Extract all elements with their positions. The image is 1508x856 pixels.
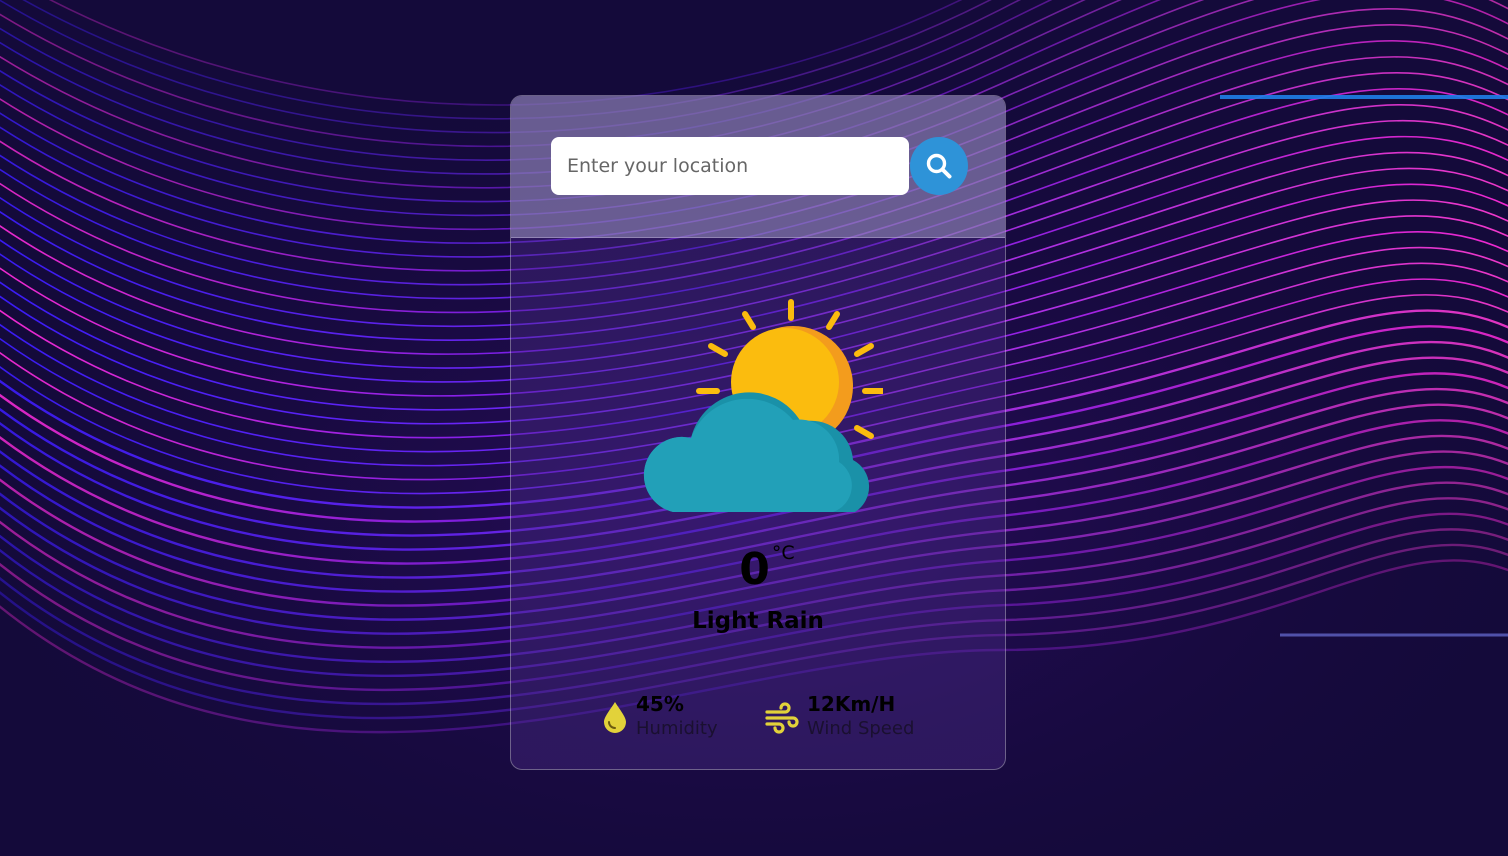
wind-speed-value: 12Km/H (807, 692, 896, 716)
temperature-value: 0 (739, 544, 770, 595)
search-button[interactable] (910, 137, 968, 195)
humidity-label: Humidity (636, 718, 718, 739)
search-icon (926, 153, 952, 179)
humidity-value: 45% (636, 692, 684, 716)
weather-card: 0°C Light Rain 45% Humidity 12Km/H Wind … (510, 95, 1006, 770)
wind-detail: 12Km/H Wind Speed (765, 692, 914, 742)
water-drop-icon (604, 702, 626, 733)
weather-description: Light Rain (692, 608, 824, 634)
wind-icon (765, 702, 799, 734)
search-panel (511, 96, 1005, 238)
temperature-unit: °C (771, 542, 795, 564)
wind-speed-label: Wind Speed (807, 718, 915, 739)
humidity-detail: 45% Humidity (602, 692, 718, 742)
partly-cloudy-icon (643, 299, 883, 512)
location-search-input[interactable] (551, 137, 909, 195)
temperature-display: 0 °C (511, 542, 1005, 595)
